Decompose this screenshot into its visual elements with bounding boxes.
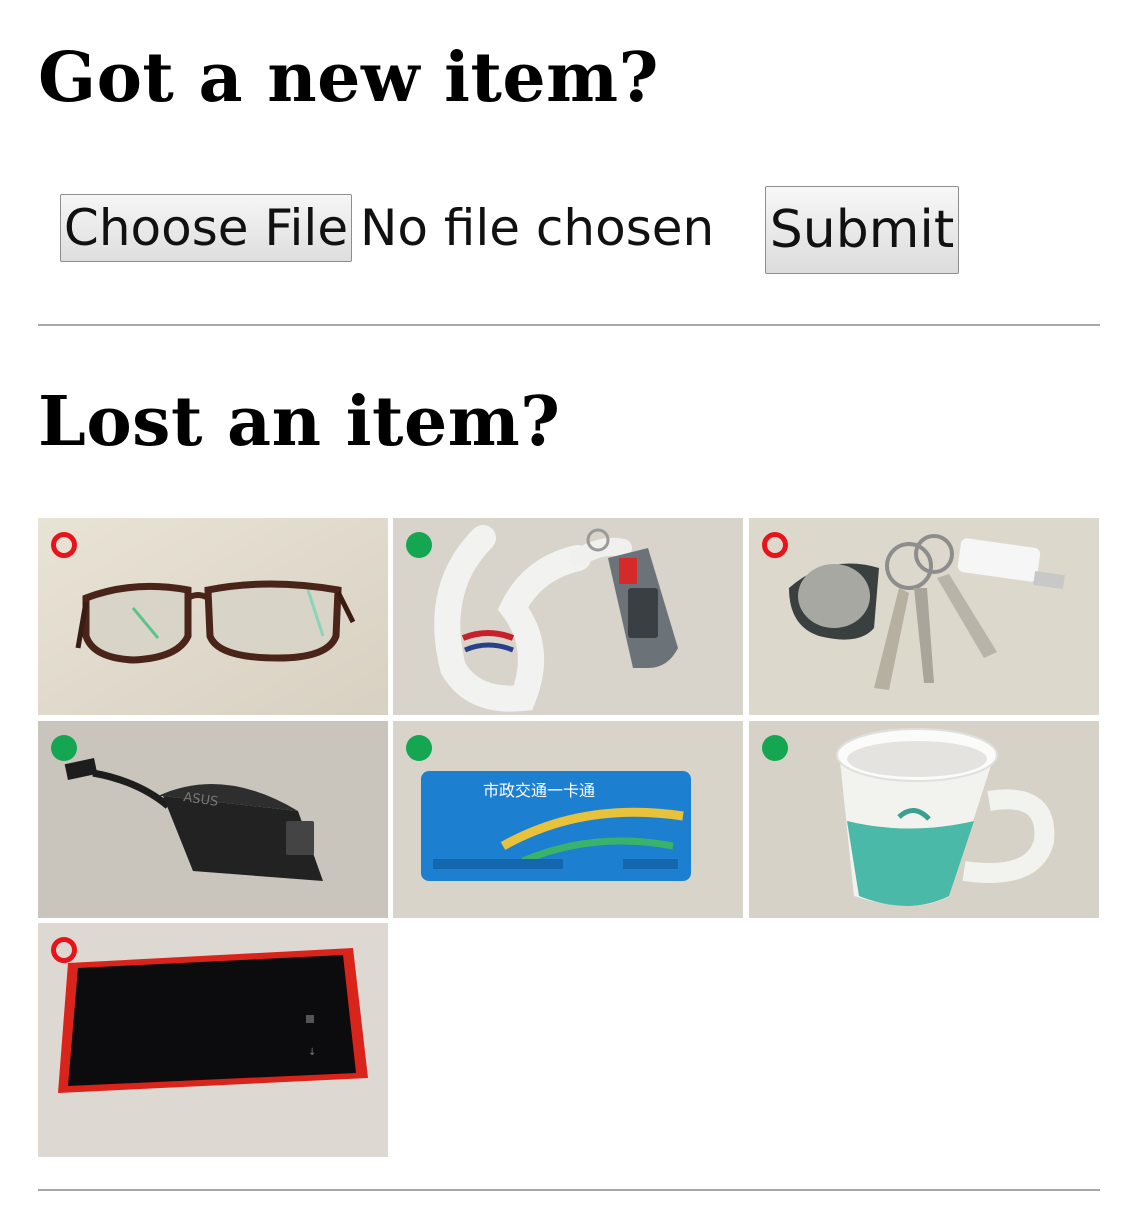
item-tile-lanyard[interactable] [393,518,743,715]
status-unavailable-icon [762,532,788,558]
status-unavailable-icon [51,937,77,963]
transit-card-photo: 市政交通一卡通 [393,721,743,918]
item-tile-phone[interactable]: ↓ [38,923,388,1157]
status-available-icon [406,735,432,761]
status-available-icon [406,532,432,558]
item-tile-keys[interactable] [749,518,1099,715]
file-status-text: No file chosen [360,199,715,257]
svg-text:↓: ↓ [308,1047,316,1058]
item-tile-adapter[interactable]: ASUS [38,721,388,918]
keys-photo [749,518,1099,715]
lanyard-photo [393,518,743,715]
phone-photo: ↓ [38,923,388,1157]
item-tile-mug[interactable] [749,721,1099,918]
status-available-icon [762,735,788,761]
section-divider [38,324,1100,326]
status-available-icon [51,735,77,761]
lost-heading: Lost an item? [38,382,561,462]
eyeglasses-photo [38,518,388,715]
choose-file-button[interactable]: Choose File [60,194,352,262]
item-tile-transit-card[interactable]: 市政交通一卡通 [393,721,743,918]
status-unavailable-icon [51,532,77,558]
adapter-photo: ASUS [38,721,388,918]
card-title-text: 市政交通一卡通 [483,781,595,800]
submit-button[interactable]: Submit [765,186,959,274]
upload-heading: Got a new item? [38,38,659,118]
upload-form: Choose File No file chosen Submit [60,186,1060,276]
mug-photo [749,721,1099,918]
item-tile-eyeglasses[interactable] [38,518,388,715]
section-divider [38,1189,1100,1191]
